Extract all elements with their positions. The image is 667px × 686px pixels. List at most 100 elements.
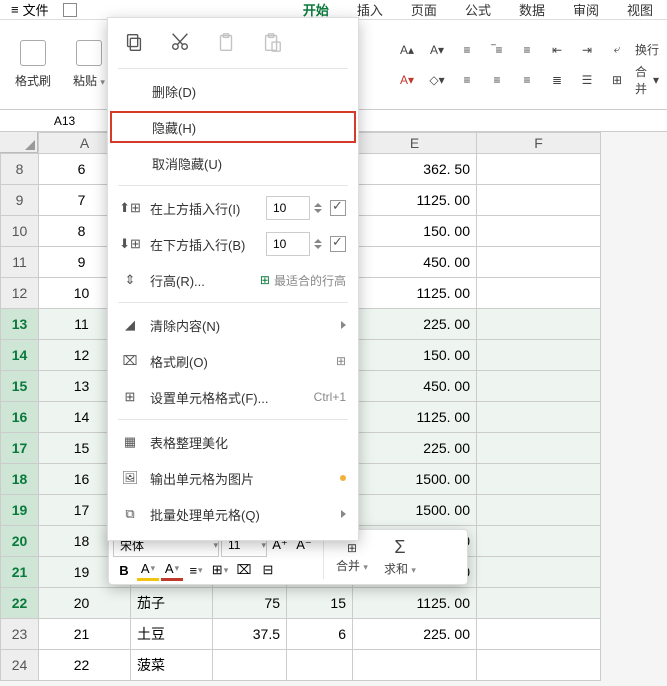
tab-formula[interactable]: 公式 — [451, 0, 505, 21]
align-center-icon[interactable]: ≡ — [515, 38, 539, 62]
row-header[interactable]: 23 — [1, 619, 39, 650]
cell[interactable] — [477, 650, 601, 681]
cell[interactable]: 225. 00 — [353, 309, 477, 340]
cell[interactable] — [477, 247, 601, 278]
sum-mini-button[interactable]: Σ 求和 ▾ — [376, 537, 424, 577]
menu-beautify[interactable]: ▦ 表格整理美化 — [108, 424, 358, 460]
cell[interactable]: 37.5 — [213, 619, 287, 650]
cell[interactable]: 1125. 00 — [353, 588, 477, 619]
cell[interactable] — [477, 185, 601, 216]
cell[interactable] — [477, 464, 601, 495]
cell[interactable] — [477, 154, 601, 185]
cell[interactable]: 1125. 00 — [353, 402, 477, 433]
best-height-label[interactable]: 最适合的行高 — [274, 272, 346, 289]
cell[interactable]: 362. 50 — [353, 154, 477, 185]
cell[interactable]: 1500. 00 — [353, 464, 477, 495]
cell[interactable] — [213, 650, 287, 681]
highlight-color[interactable]: A — [137, 559, 159, 581]
row-header[interactable]: 21 — [1, 557, 39, 588]
tab-data[interactable]: 数据 — [505, 0, 559, 21]
row-header[interactable]: 13 — [1, 309, 39, 340]
cell[interactable]: 菠菜 — [131, 650, 213, 681]
cell[interactable]: 15 — [287, 588, 353, 619]
cell[interactable]: 150. 00 — [353, 216, 477, 247]
copy-icon[interactable] — [122, 30, 146, 54]
cell[interactable]: 225. 00 — [353, 433, 477, 464]
menu-row-height[interactable]: ⇕ 行高(R)... ⊞最适合的行高 — [108, 262, 358, 298]
menu-export-image[interactable]: 🖼 输出单元格为图片 — [108, 460, 358, 496]
row-header[interactable]: 8 — [1, 154, 39, 185]
menu-unhide[interactable]: 取消隐藏(U) — [108, 145, 358, 181]
spinner[interactable] — [314, 196, 326, 220]
row-header[interactable]: 11 — [1, 247, 39, 278]
align-justify-icon[interactable]: ≣ — [545, 68, 569, 92]
file-menu[interactable]: ≡文件 — [5, 0, 55, 21]
cell[interactable] — [477, 278, 601, 309]
cell[interactable]: 75 — [213, 588, 287, 619]
cell[interactable]: 茄子 — [131, 588, 213, 619]
font-color[interactable]: A — [161, 559, 183, 581]
font-dec-icon[interactable]: A▾ — [425, 38, 449, 62]
cell[interactable]: 21 — [39, 619, 131, 650]
font-color-icon[interactable]: A▾ — [395, 68, 419, 92]
cell[interactable] — [477, 340, 601, 371]
menu-insert-below[interactable]: ⬇⊞ 在下方插入行(B) — [108, 226, 358, 262]
font-inc-icon[interactable]: A▴ — [395, 38, 419, 62]
menu-insert-above[interactable]: ⬆⊞ 在上方插入行(I) — [108, 190, 358, 226]
menu-delete[interactable]: 删除(D) — [108, 73, 358, 109]
menu-hide[interactable]: 隐藏(H) — [108, 109, 358, 145]
row-header[interactable]: 22 — [1, 588, 39, 619]
row-header[interactable]: 12 — [1, 278, 39, 309]
row-header[interactable]: 16 — [1, 402, 39, 433]
indent-inc-icon[interactable]: ⇥ — [575, 38, 599, 62]
insert-below-count[interactable] — [266, 232, 310, 256]
cell[interactable]: 225. 00 — [353, 619, 477, 650]
insert-row-mini-icon[interactable]: ⊟ — [257, 559, 279, 581]
insert-above-count[interactable] — [266, 196, 310, 220]
cell[interactable]: 450. 00 — [353, 247, 477, 278]
cell[interactable] — [477, 433, 601, 464]
align-mid-icon[interactable]: ≡ — [485, 68, 509, 92]
row-header[interactable]: 17 — [1, 433, 39, 464]
menu-format-cells[interactable]: ⊞ 设置单元格格式(F)... Ctrl+1 — [108, 379, 358, 415]
cell[interactable]: 土豆 — [131, 619, 213, 650]
align-top-icon[interactable]: ‾≡ — [485, 38, 509, 62]
table-row[interactable]: 2321土豆37.56225. 00 — [1, 619, 601, 650]
cell[interactable]: 1500. 00 — [353, 495, 477, 526]
col-hdr-E[interactable]: E — [353, 133, 477, 154]
table-row[interactable]: 2220茄子75151125. 00 — [1, 588, 601, 619]
indent-dec-icon[interactable]: ⇤ — [545, 38, 569, 62]
format-painter-button[interactable]: 格式刷 — [8, 27, 58, 103]
row-header[interactable]: 10 — [1, 216, 39, 247]
select-all-corner[interactable] — [0, 132, 38, 153]
row-header[interactable]: 9 — [1, 185, 39, 216]
row-header[interactable]: 14 — [1, 340, 39, 371]
align-right-icon[interactable]: ≡ — [515, 68, 539, 92]
cell[interactable] — [477, 216, 601, 247]
menu-clear[interactable]: ◢ 清除内容(N) — [108, 307, 358, 343]
cell[interactable]: 450. 00 — [353, 371, 477, 402]
confirm-icon[interactable] — [330, 236, 346, 252]
cell[interactable]: 1125. 00 — [353, 278, 477, 309]
cell[interactable]: 150. 00 — [353, 340, 477, 371]
align-left-icon[interactable]: ≡ — [455, 38, 479, 62]
confirm-icon[interactable] — [330, 200, 346, 216]
merge-mini-button[interactable]: ⊞ 合并 ▾ — [328, 541, 376, 574]
row-header[interactable]: 15 — [1, 371, 39, 402]
format-painter-mini-icon[interactable]: ⌧ — [233, 559, 255, 581]
cell[interactable] — [477, 526, 601, 557]
wrap-label[interactable]: 换行 — [635, 38, 659, 62]
tab-page[interactable]: 页面 — [397, 0, 451, 21]
cell[interactable] — [477, 619, 601, 650]
cell[interactable] — [477, 309, 601, 340]
cell[interactable] — [477, 371, 601, 402]
cell[interactable]: 6 — [287, 619, 353, 650]
align-left2-icon[interactable]: ≡ — [455, 68, 479, 92]
row-header[interactable]: 20 — [1, 526, 39, 557]
cell[interactable]: 1125. 00 — [353, 185, 477, 216]
border-dropdown[interactable]: ⊞ — [209, 559, 231, 581]
row-header[interactable]: 18 — [1, 464, 39, 495]
cell[interactable] — [353, 650, 477, 681]
merge-label[interactable]: 合并▾ — [635, 68, 659, 92]
cell[interactable] — [477, 402, 601, 433]
